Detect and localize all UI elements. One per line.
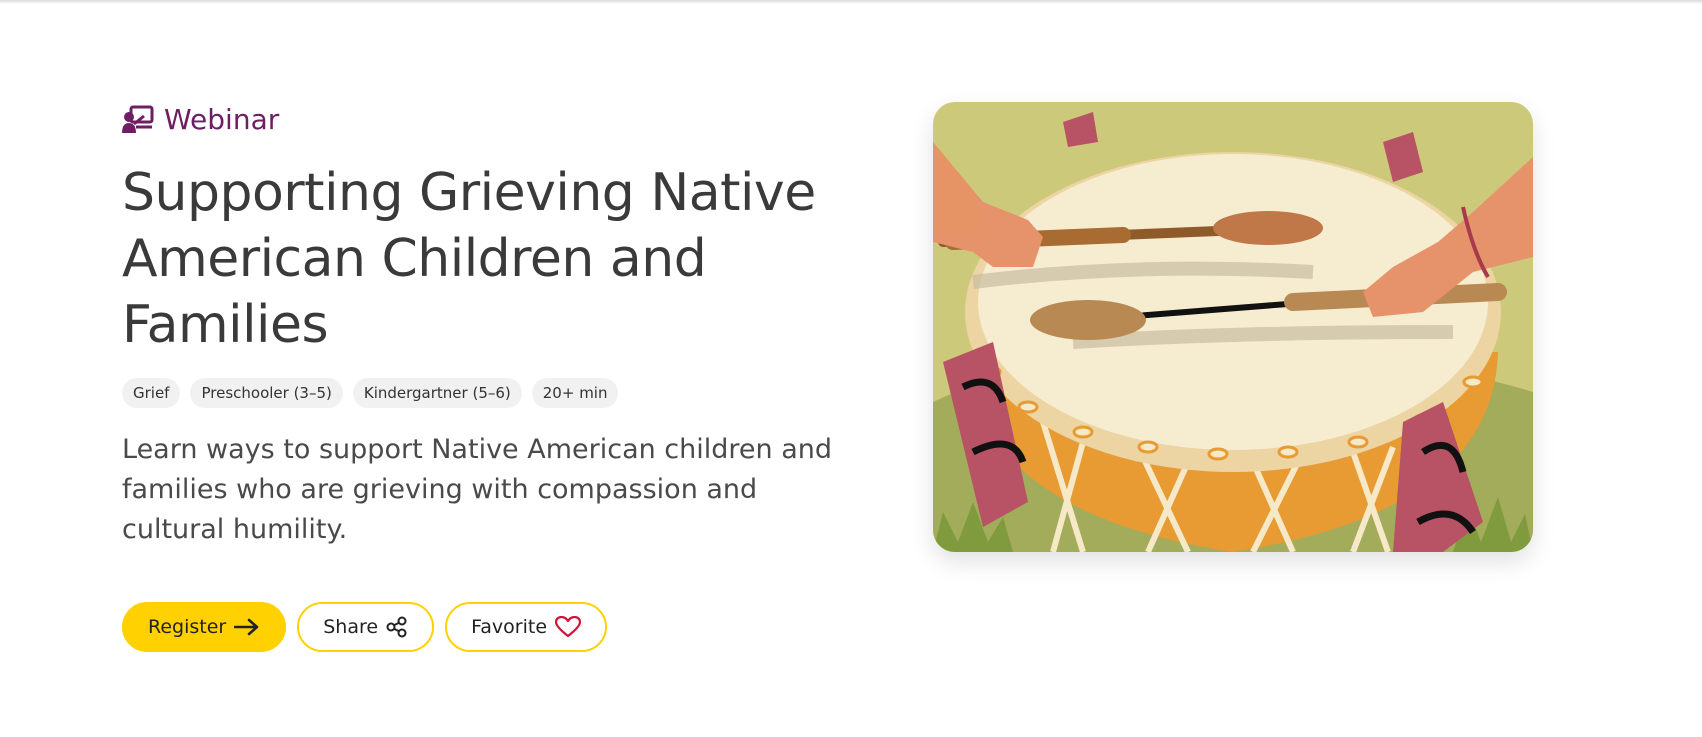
favorite-label: Favorite — [471, 616, 548, 638]
hero-image — [933, 102, 1533, 552]
favorite-button[interactable]: Favorite — [445, 602, 608, 652]
tag-kindergartner: Kindergartner (5–6) — [352, 378, 522, 408]
share-button[interactable]: Share — [297, 602, 435, 652]
tag-grief: Grief — [122, 378, 181, 408]
page-title: Supporting Grieving Native American Chil… — [122, 163, 816, 355]
top-border — [0, 0, 1702, 4]
share-label: Share — [323, 616, 379, 638]
webinar-content: Webinar Supporting Grieving Native Ameri… — [122, 100, 842, 652]
content-type-text: Webinar — [164, 102, 280, 136]
register-label: Register — [148, 616, 227, 638]
tag-list: Grief Preschooler (3–5) Kindergartner (5… — [122, 378, 842, 408]
drum-illustration — [933, 102, 1533, 552]
presentation-icon — [122, 105, 154, 133]
share-icon — [386, 616, 407, 638]
description: Learn ways to support Native American ch… — [122, 434, 833, 545]
tag-preschooler: Preschooler (3–5) — [190, 378, 343, 408]
action-buttons: Register Share Favorite — [122, 602, 842, 652]
arrow-right-icon — [234, 618, 259, 636]
tag-duration: 20+ min — [531, 378, 619, 408]
register-button[interactable]: Register — [122, 602, 287, 652]
heart-icon — [555, 616, 582, 638]
content-type-label: Webinar — [122, 100, 842, 138]
